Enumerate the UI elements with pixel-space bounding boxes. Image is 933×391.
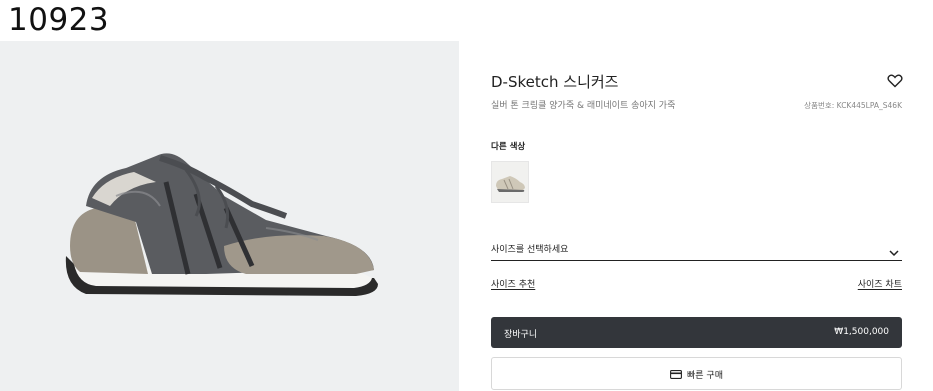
size-select[interactable]: 사이즈를 선택하세요 (491, 236, 902, 261)
add-to-cart-button[interactable]: 장바구니 ₩1,500,000 (491, 317, 902, 348)
size-select-label: 사이즈를 선택하세요 (491, 245, 569, 255)
product-sku: 상품번호: KCK445LPA_S46K (804, 101, 902, 110)
other-colors-label: 다른 색상 (491, 142, 526, 152)
size-recommendation-link[interactable]: 사이즈 추천 (491, 277, 535, 290)
heart-icon[interactable] (887, 73, 903, 88)
product-page: 10923 D-Sketch 스니커즈 실버 톤 크링클 양가죽 & 래미네이트… (0, 0, 933, 391)
chevron-down-icon (889, 242, 899, 257)
page-id-label: 10923 (8, 2, 110, 38)
quick-buy-button[interactable]: 빠른 구매 (491, 357, 902, 390)
product-details-panel: D-Sketch 스니커즈 실버 톤 크링클 양가죽 & 래미네이트 송아지 가… (459, 41, 933, 391)
quick-buy-label: 빠른 구매 (687, 371, 723, 381)
size-chart-link[interactable]: 사이즈 차트 (858, 277, 902, 290)
product-gallery[interactable] (0, 41, 459, 391)
product-image (65, 153, 378, 296)
product-title: D-Sketch 스니커즈 (491, 73, 619, 91)
color-swatch[interactable] (491, 161, 529, 203)
product-subtitle: 실버 톤 크링클 양가죽 & 래미네이트 송아지 가죽 (491, 101, 676, 111)
credit-card-icon (670, 370, 682, 379)
add-to-cart-label: 장바구니 (504, 330, 538, 340)
product-price: ₩1,500,000 (834, 327, 889, 337)
